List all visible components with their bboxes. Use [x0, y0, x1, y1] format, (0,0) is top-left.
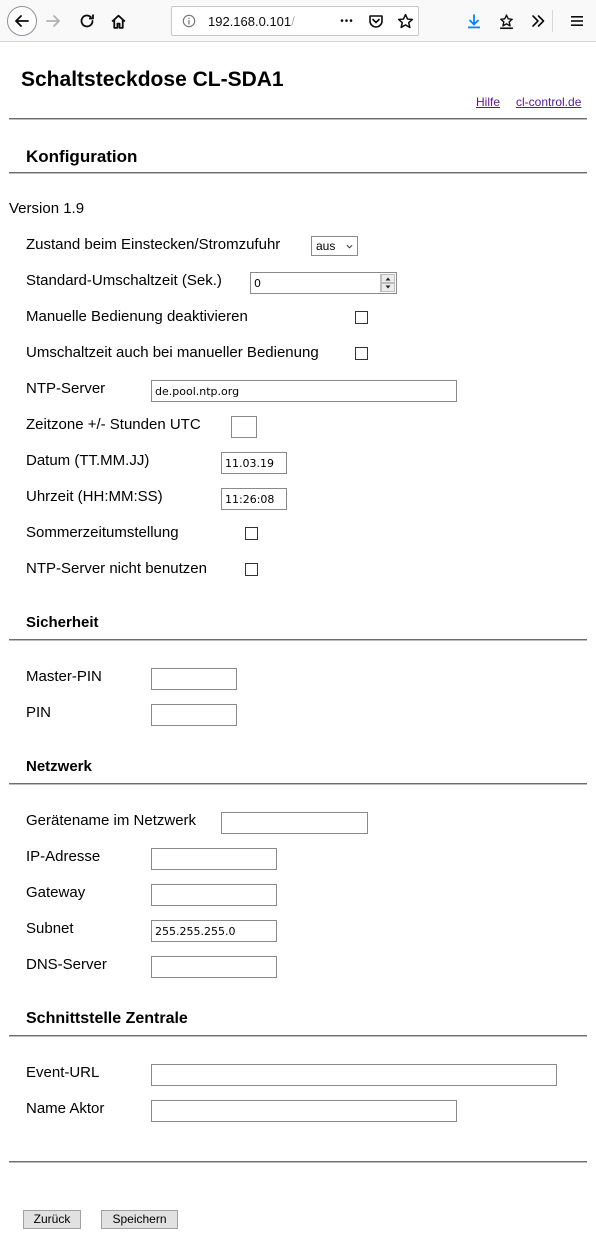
section-heading-sicherheit: Sicherheit — [26, 614, 99, 631]
umschaltzeit-label: Standard-Umschaltzeit (Sek.) — [26, 272, 222, 289]
reload-button[interactable] — [75, 9, 99, 33]
geraetename-label: Gerätename im Netzwerk — [26, 812, 197, 829]
info-icon[interactable] — [182, 14, 196, 28]
master-pin-input[interactable] — [151, 668, 237, 690]
overflow-chevron-button[interactable] — [526, 9, 550, 33]
ip-adresse-label: IP-Adresse — [26, 848, 101, 865]
ntp-nicht-label: NTP-Server nicht benutzen — [26, 560, 207, 577]
divider — [9, 1035, 587, 1037]
page-title: Schaltsteckdose CL-SDA1 — [21, 68, 284, 91]
reload-icon — [80, 14, 94, 28]
datum-input[interactable] — [221, 452, 287, 474]
section-heading-schnittstelle: Schnittstelle Zentrale — [26, 1010, 188, 1027]
star-icon — [397, 13, 413, 28]
hamburger-menu-button[interactable] — [565, 9, 589, 33]
version-text: Version 1.9 — [9, 200, 85, 217]
subnet-input[interactable] — [151, 920, 277, 942]
downloads-button[interactable] — [462, 9, 486, 33]
download-icon — [468, 14, 480, 29]
umschalt-manuell-label: Umschaltzeit auch bei manueller Bedienun… — [26, 344, 319, 361]
gateway-label: Gateway — [26, 884, 86, 901]
umschaltzeit-spinner[interactable] — [380, 274, 395, 292]
forward-button[interactable] — [41, 9, 65, 33]
manuell-deaktivieren-label: Manuelle Bedienung deaktivieren — [26, 308, 248, 325]
dns-server-label: DNS-Server — [26, 956, 107, 973]
arrow-left-icon — [15, 15, 29, 27]
back-button[interactable] — [7, 6, 37, 36]
toolbar-separator — [552, 10, 553, 32]
dns-server-input[interactable] — [151, 956, 277, 978]
browser-toolbar: 192.168.0.101/ ••• — [0, 0, 596, 42]
arrow-right-icon — [46, 15, 60, 27]
name-aktor-input[interactable] — [151, 1100, 457, 1122]
geraetename-input[interactable] — [221, 812, 368, 834]
ntp-server-label: NTP-Server — [26, 380, 106, 397]
ntp-nicht-checkbox[interactable] — [245, 563, 258, 576]
zeitzone-label: Zeitzone +/- Stunden UTC — [26, 416, 201, 433]
divider — [9, 783, 587, 785]
name-aktor-label: Name Aktor — [26, 1100, 105, 1117]
home-icon — [111, 14, 125, 29]
sommerzeit-checkbox[interactable] — [245, 527, 258, 540]
spin-up-icon[interactable] — [381, 274, 395, 283]
manuell-deaktivieren-checkbox[interactable] — [355, 311, 368, 324]
umschalt-manuell-checkbox[interactable] — [355, 347, 368, 360]
divider — [9, 118, 587, 120]
url-text[interactable]: 192.168.0.101/ — [208, 14, 295, 29]
ntp-server-input[interactable] — [151, 380, 457, 402]
zustand-select[interactable]: aus — [311, 236, 358, 256]
double-chevron-right-icon — [532, 15, 545, 27]
chevron-down-icon — [346, 244, 353, 249]
page-actions-menu-button[interactable]: ••• — [335, 9, 359, 33]
event-url-input[interactable] — [151, 1064, 557, 1086]
zeitzone-input[interactable] — [231, 416, 257, 438]
home-button[interactable] — [106, 9, 130, 33]
library-button[interactable] — [494, 9, 518, 33]
pocket-icon — [369, 15, 383, 28]
uhrzeit-label: Uhrzeit (HH:MM:SS) — [26, 488, 163, 505]
bookmark-star-button[interactable] — [393, 9, 417, 33]
hamburger-icon — [571, 16, 583, 26]
ip-adresse-input[interactable] — [151, 848, 277, 870]
spin-down-icon[interactable] — [381, 283, 395, 292]
datum-label: Datum (TT.MM.JJ) — [26, 452, 150, 469]
pin-input[interactable] — [151, 704, 237, 726]
pin-label: PIN — [26, 704, 52, 721]
gateway-input[interactable] — [151, 884, 277, 906]
event-url-label: Event-URL — [26, 1064, 100, 1081]
more-dots-icon: ••• — [340, 15, 354, 27]
section-heading-konfiguration: Konfiguration — [26, 147, 138, 166]
section-heading-netzwerk: Netzwerk — [26, 758, 92, 775]
zustand-label: Zustand beim Einstecken/Stromzufuhr — [26, 236, 281, 253]
divider — [9, 172, 587, 174]
umschaltzeit-input[interactable] — [250, 272, 397, 294]
back-form-button[interactable]: Zurück — [23, 1210, 81, 1229]
divider — [9, 1161, 587, 1163]
uhrzeit-input[interactable] — [221, 488, 287, 510]
library-star-icon — [499, 13, 513, 29]
master-pin-label: Master-PIN — [26, 668, 102, 685]
zustand-select-value: aus — [316, 239, 336, 253]
help-link[interactable]: Hilfe — [476, 95, 500, 109]
divider — [9, 639, 587, 641]
sommerzeit-label: Sommerzeitumstellung — [26, 524, 179, 541]
cl-control-link[interactable]: cl-control.de — [516, 95, 581, 109]
subnet-label: Subnet — [26, 920, 74, 937]
save-button[interactable]: Speichern — [101, 1210, 178, 1229]
pocket-button[interactable] — [364, 9, 388, 33]
